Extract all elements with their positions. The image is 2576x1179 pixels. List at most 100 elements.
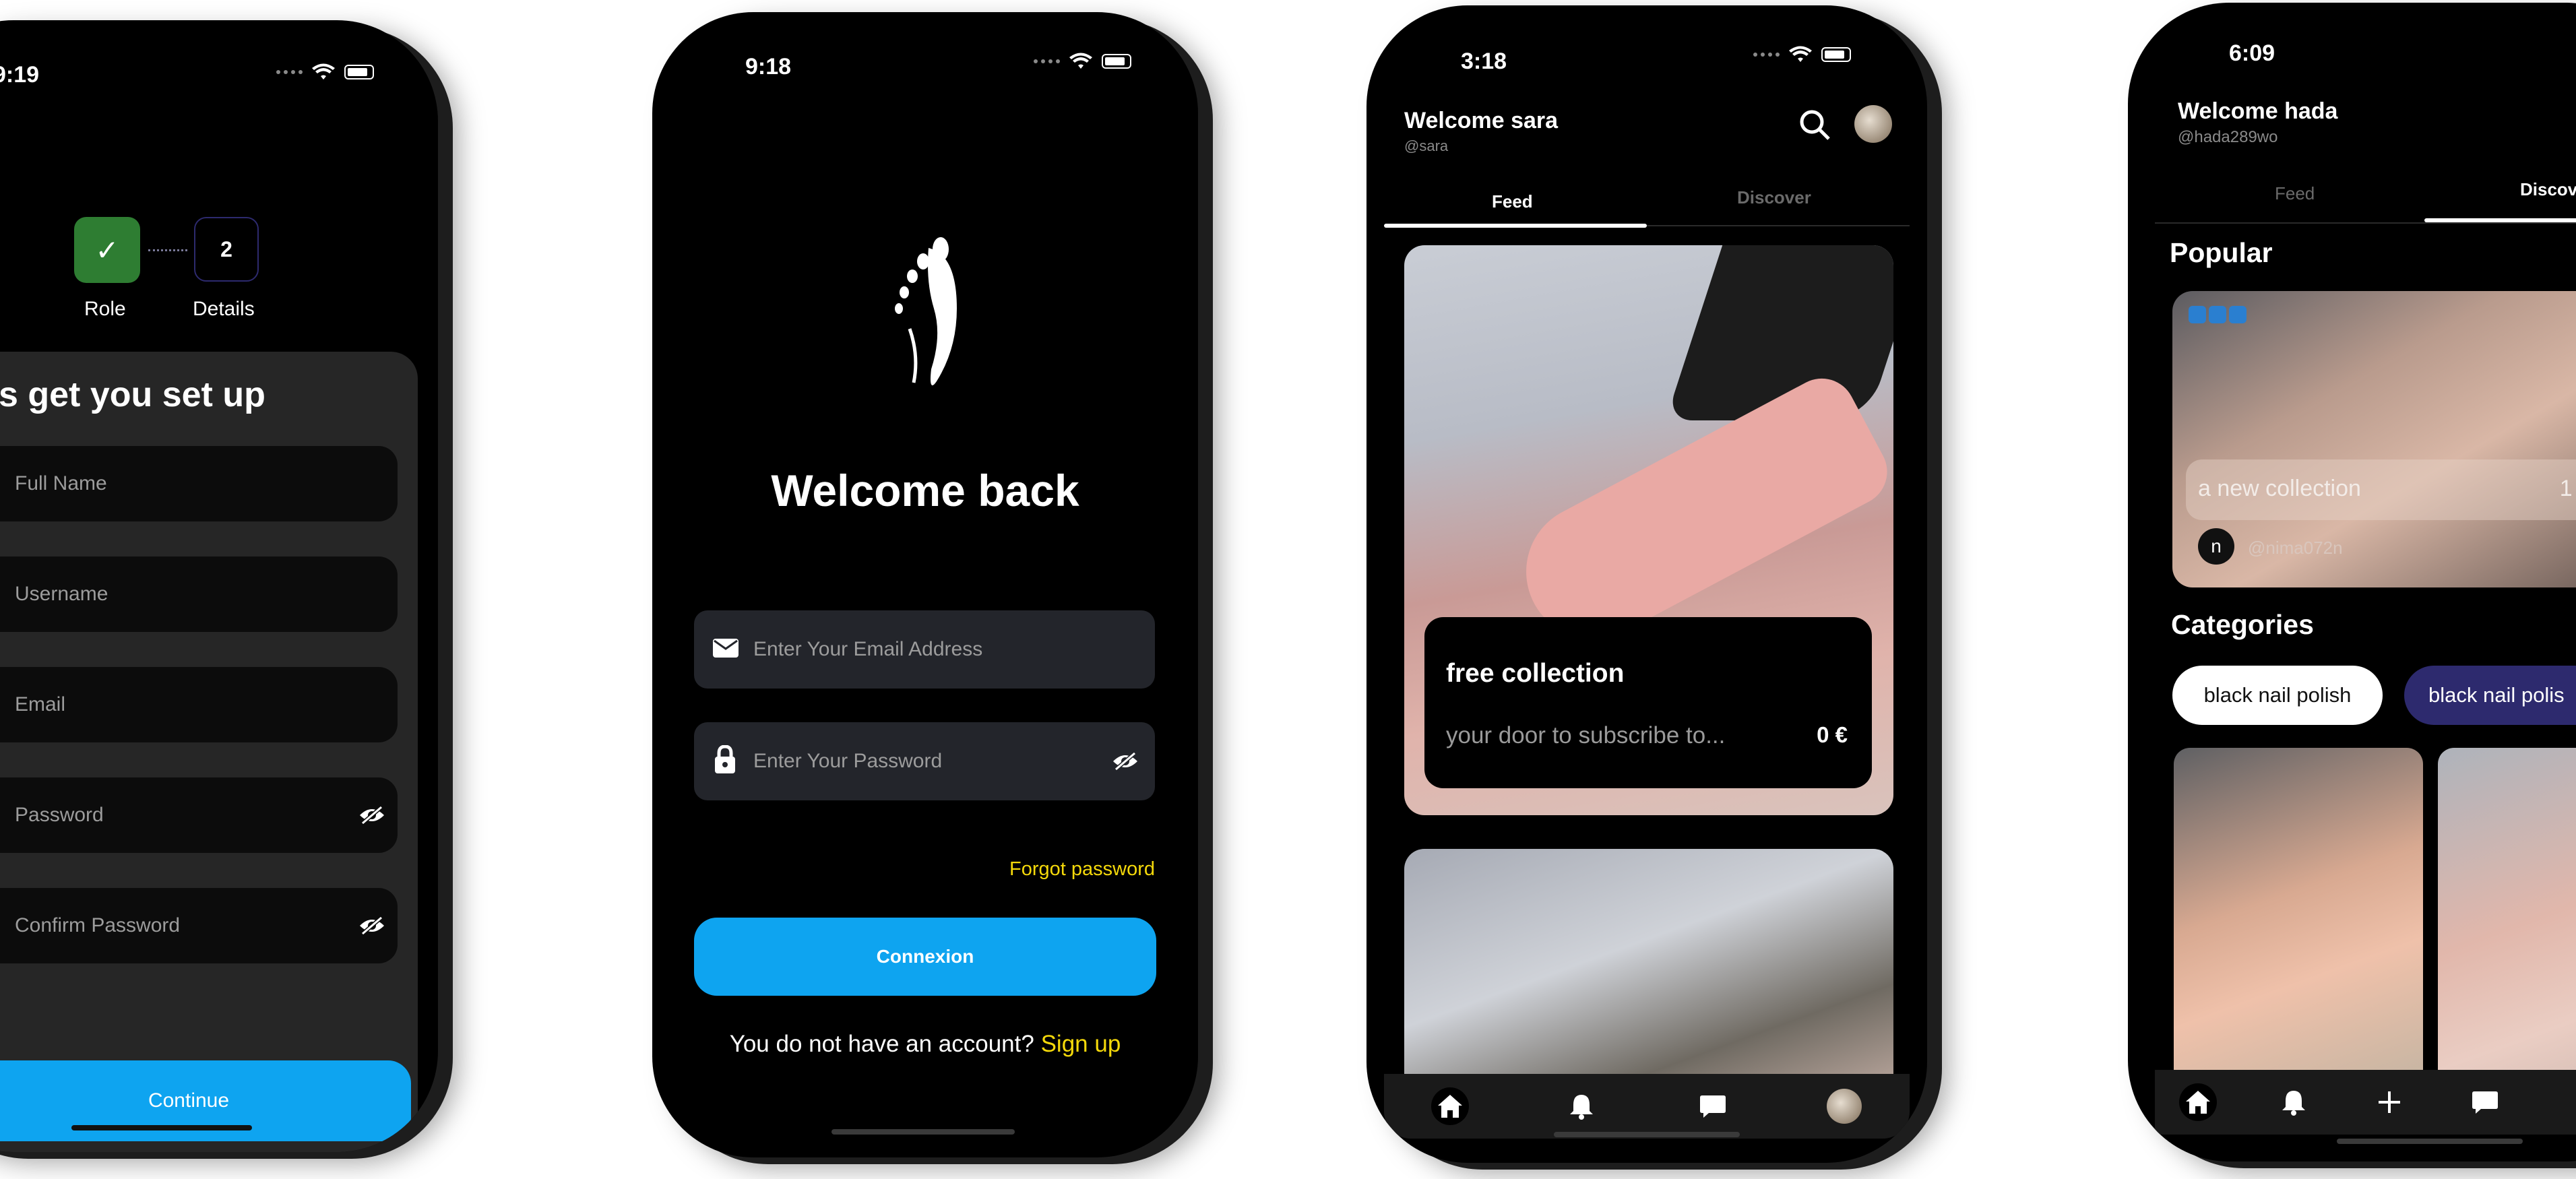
popular-card-overlay: a new collection 1 € [2186, 459, 2576, 520]
battery-icon [1821, 47, 1851, 62]
avatar[interactable] [1854, 105, 1892, 143]
login-button[interactable]: Connexion [694, 918, 1156, 996]
messages-tab[interactable] [1694, 1087, 1732, 1125]
setup-heading: s get you set up [0, 375, 265, 414]
phone-signup: 9:19 ✓ 2 Role Details s get you set up [0, 20, 438, 1152]
email-input[interactable] [13, 693, 398, 717]
email-field[interactable] [0, 667, 398, 742]
signup-link[interactable]: Sign up [1041, 1031, 1121, 1057]
notifications-tab[interactable] [1563, 1087, 1600, 1125]
signup-prompt: You do not have an account? [729, 1031, 1034, 1057]
home-tab[interactable] [2179, 1083, 2217, 1121]
profile-tab[interactable] [1825, 1087, 1863, 1125]
eye-off-icon[interactable] [358, 806, 385, 825]
password-field[interactable] [694, 722, 1155, 800]
full-name-field[interactable] [0, 446, 398, 521]
step-connector [148, 249, 187, 251]
battery-icon [344, 65, 374, 79]
status-time: 9:18 [745, 54, 792, 79]
category-chip[interactable]: black nail polish [2172, 666, 2383, 725]
password-input[interactable] [752, 749, 1155, 773]
plus-icon [2379, 1091, 2400, 1113]
chat-icon [2472, 1091, 2498, 1114]
username-input[interactable] [13, 582, 398, 606]
category-image[interactable] [2174, 748, 2423, 1125]
password-field[interactable] [0, 777, 398, 853]
home-tab[interactable] [1431, 1087, 1469, 1125]
popular-card[interactable]: a new collection 1 € n @nima072n [2172, 291, 2576, 587]
collection-card[interactable]: free collection your door to subscribe t… [1424, 617, 1872, 788]
status-icons [276, 63, 374, 81]
status-icons [1753, 46, 1851, 63]
messages-tab[interactable] [2466, 1083, 2504, 1121]
lock-icon [2229, 306, 2247, 323]
step-label-role: Role [84, 298, 126, 320]
battery-icon [1102, 54, 1131, 69]
confirm-password-input[interactable] [13, 914, 398, 938]
user-handle: @hada289wo [2178, 128, 2278, 146]
welcome-title: Welcome back [771, 466, 1079, 515]
category-chip[interactable]: black nail polis [2404, 666, 2576, 725]
tab-underline-track [2155, 222, 2576, 224]
category-image[interactable] [2438, 748, 2576, 1125]
tab-discover[interactable]: Discover [1737, 187, 1811, 208]
tab-underline-active [1384, 224, 1647, 228]
home-indicator [831, 1129, 1015, 1135]
notifications-tab[interactable] [2275, 1083, 2313, 1121]
popular-heading: Popular [2170, 237, 2273, 268]
search-icon[interactable] [1798, 108, 1831, 141]
check-icon: ✓ [95, 234, 119, 266]
bottom-nav [2155, 1070, 2576, 1135]
full-name-input[interactable] [13, 472, 398, 496]
tab-feed[interactable]: Feed [1492, 191, 1533, 212]
user-handle: @sara [1404, 137, 1449, 154]
collection-description: your door to subscribe to... [1446, 722, 1726, 748]
tab-underline-active [2424, 218, 2576, 222]
password-input[interactable] [13, 803, 398, 827]
lock-icon [2189, 306, 2206, 323]
home-indicator [1554, 1132, 1740, 1137]
image-detail [1665, 245, 1893, 420]
bottom-nav [1384, 1074, 1910, 1139]
welcome-text: Welcome sara [1404, 108, 1559, 133]
email-field[interactable] [694, 610, 1155, 689]
phone-discover: 6:09 Welcome hada @hada289wo Feed Discov… [2128, 3, 2576, 1161]
chat-icon [1699, 1095, 1726, 1118]
add-tab[interactable] [2370, 1083, 2408, 1121]
home-indicator [71, 1125, 252, 1130]
signal-icon [1034, 59, 1060, 63]
tab-discover[interactable]: Discov [2520, 179, 2576, 200]
step-role[interactable]: ✓ [74, 217, 140, 283]
mail-icon [713, 639, 739, 658]
popular-card-user: @nima072n [2248, 538, 2343, 558]
signal-icon [1753, 53, 1780, 57]
username-field[interactable] [0, 556, 398, 632]
lock-icon [715, 745, 735, 773]
forgot-password-link[interactable]: Forgot password [1009, 858, 1155, 881]
categories-heading: Categories [2171, 609, 2314, 640]
phone-login: 9:18 Welcome back Forgot password Connex… [652, 12, 1198, 1157]
signup-row: You do not have an account? Sign up [652, 1031, 1198, 1058]
step-label-details: Details [193, 298, 255, 320]
eye-off-icon[interactable] [358, 916, 385, 935]
tab-feed[interactable]: Feed [2275, 183, 2315, 204]
confirm-password-field[interactable] [0, 888, 398, 963]
email-input[interactable] [752, 637, 1155, 662]
home-icon [2186, 1091, 2210, 1114]
status-icons [1034, 53, 1131, 70]
step-number: 2 [220, 236, 232, 261]
popular-card-title: a new collection [2198, 476, 2361, 501]
bell-icon [1569, 1095, 1593, 1120]
setup-panel: s get you set up [0, 352, 418, 1152]
status-time: 3:18 [1461, 49, 1507, 74]
lock-icon [2209, 306, 2226, 323]
home-indicator [2337, 1139, 2523, 1144]
avatar [1826, 1089, 1862, 1124]
bell-icon [2282, 1091, 2305, 1116]
status-time: 9:19 [0, 62, 40, 88]
signal-icon [276, 70, 303, 74]
lock-badges [2189, 306, 2247, 323]
step-details[interactable]: 2 [194, 217, 259, 282]
eye-off-icon[interactable] [1112, 752, 1139, 771]
collection-title: free collection [1446, 659, 1625, 688]
